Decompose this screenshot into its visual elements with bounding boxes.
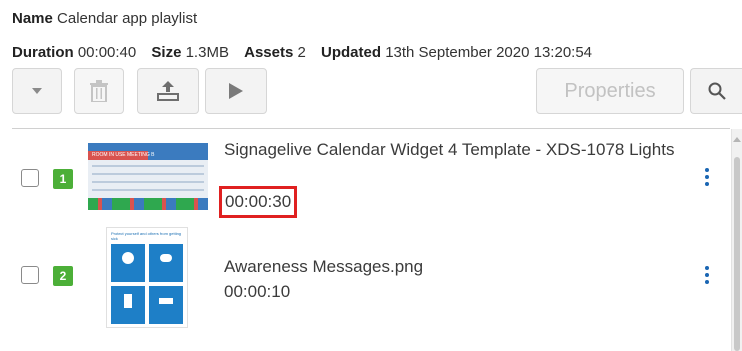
awareness-poster-thumbnail: Protect yourself and others from getting… xyxy=(106,227,188,328)
updated-value: 13th September 2020 13:20:54 xyxy=(385,44,593,61)
play-icon xyxy=(229,83,243,99)
size-value: 1.3MB xyxy=(185,44,229,61)
scrollbar[interactable] xyxy=(731,129,742,351)
trash-icon xyxy=(90,80,108,102)
item-title: Awareness Messages.png xyxy=(224,257,424,276)
item-checkbox[interactable] xyxy=(21,169,39,187)
playlist-meta: Duration 00:00:40 Size 1.3MB Assets 2 Up… xyxy=(12,44,592,61)
name-label: Name xyxy=(12,10,53,27)
assets-label: Assets xyxy=(244,44,294,61)
divider xyxy=(12,128,730,129)
play-button[interactable] xyxy=(205,68,267,114)
item-number-badge: 2 xyxy=(53,266,73,286)
dropdown-button[interactable] xyxy=(12,68,62,114)
item-menu-kebab-icon[interactable] xyxy=(705,266,709,284)
list-item[interactable]: 1 ROOM IN USE MEETING B Signagelive Cale… xyxy=(12,130,730,222)
scroll-thumb[interactable] xyxy=(734,157,740,351)
search-button[interactable] xyxy=(690,68,742,114)
properties-label: Properties xyxy=(564,79,656,102)
properties-button[interactable]: Properties xyxy=(536,68,684,114)
thumbnail-text: Protect yourself and others from getting… xyxy=(111,231,182,241)
export-icon xyxy=(157,81,179,101)
item-duration: 00:00:30 xyxy=(218,186,298,218)
delete-button[interactable] xyxy=(74,68,124,114)
duration-label: Duration xyxy=(12,44,74,61)
item-title: Signagelive Calendar Widget 4 Template -… xyxy=(224,140,675,159)
search-icon xyxy=(708,82,726,100)
playlist-name: Name Calendar app playlist xyxy=(12,10,197,27)
calendar-widget-thumbnail: ROOM IN USE MEETING B xyxy=(88,143,208,210)
toolbar: Properties xyxy=(12,68,742,114)
scroll-up-icon[interactable] xyxy=(733,137,741,142)
export-button[interactable] xyxy=(137,68,199,114)
assets-value: 2 xyxy=(297,44,306,61)
name-value: Calendar app playlist xyxy=(57,10,198,27)
duration-value: 00:00:40 xyxy=(77,44,137,61)
item-number-badge: 1 xyxy=(53,169,73,189)
item-duration: 00:00:10 xyxy=(224,282,291,301)
item-menu-kebab-icon[interactable] xyxy=(705,168,709,186)
caret-down-icon xyxy=(32,88,42,94)
updated-label: Updated xyxy=(321,44,382,61)
list-item[interactable]: 2 Protect yourself and others from getti… xyxy=(12,224,730,334)
size-label: Size xyxy=(151,44,182,61)
item-checkbox[interactable] xyxy=(21,266,39,284)
thumbnail-text: ROOM IN USE MEETING B xyxy=(92,152,155,158)
